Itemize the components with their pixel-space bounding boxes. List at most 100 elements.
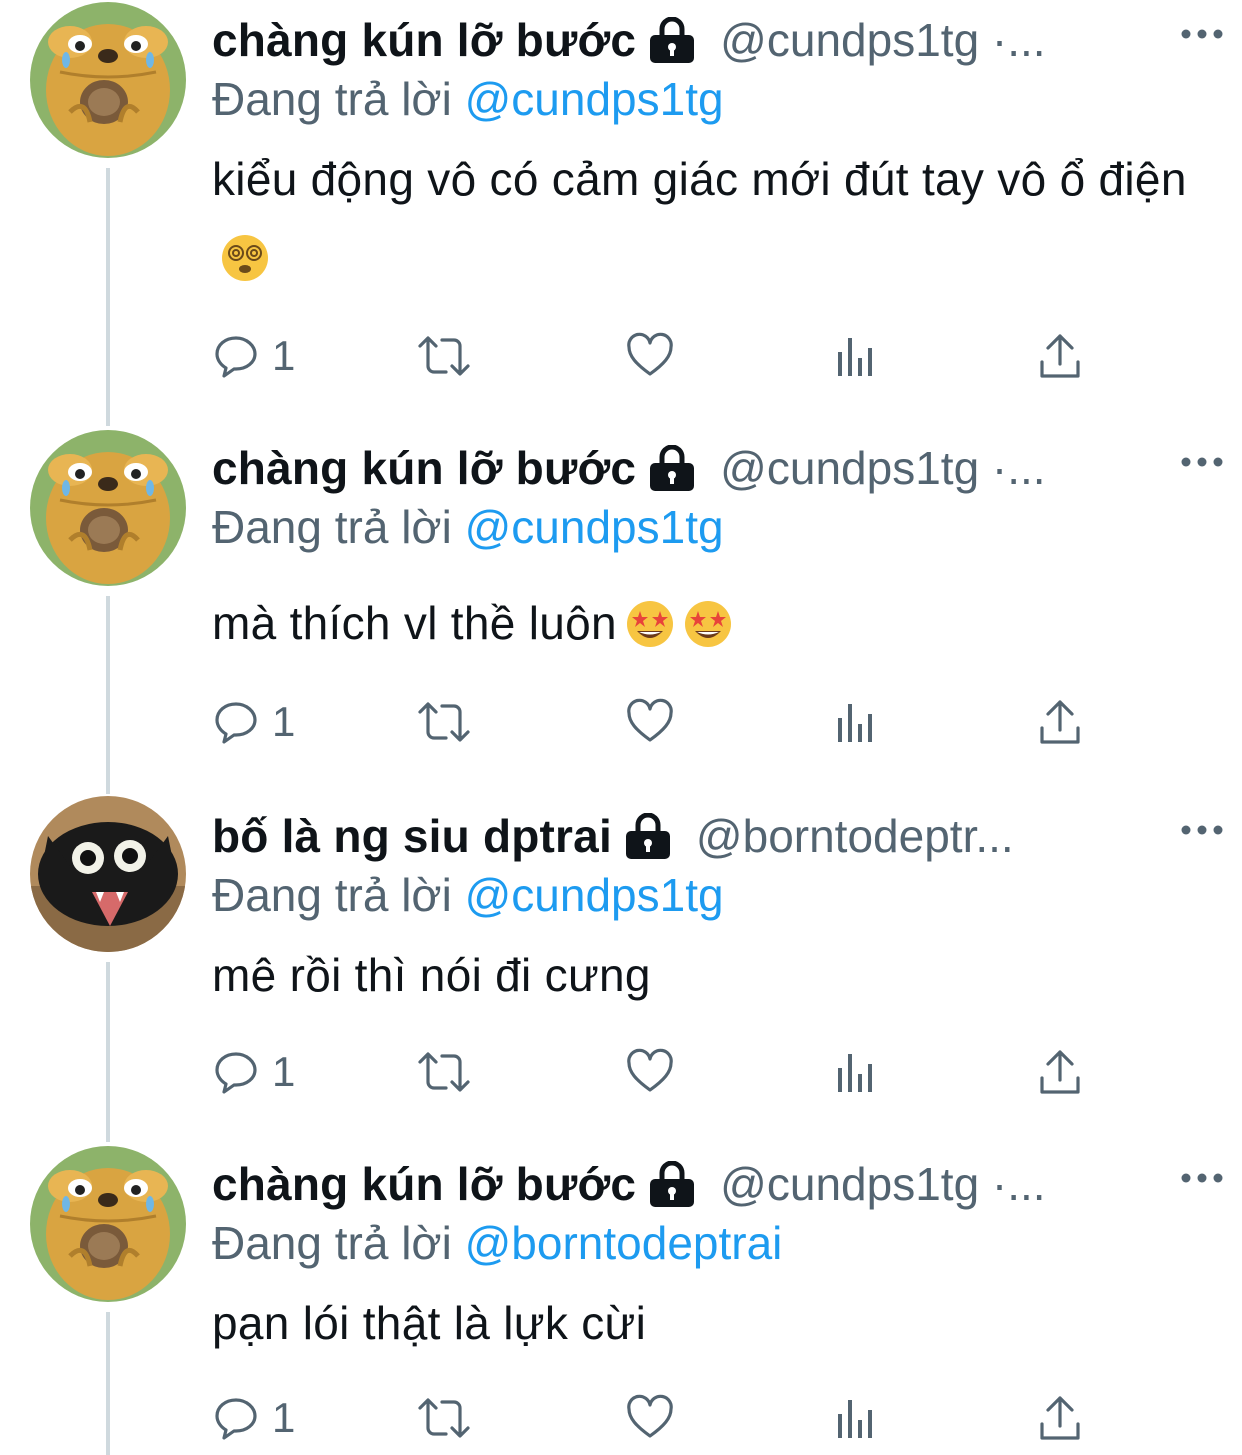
share-icon [1040, 1050, 1080, 1094]
replying-to-label: Đang trả lời [212, 1217, 452, 1269]
heart-icon [627, 1394, 673, 1438]
like-button[interactable] [626, 326, 674, 386]
replying-to-line: Đang trả lời @cundps1tg [212, 500, 724, 554]
more-options-icon[interactable] [1172, 428, 1232, 492]
analytics-icon [838, 338, 872, 376]
display-name[interactable]: chàng kún lỡ bước [212, 1157, 636, 1211]
lock-icon [650, 445, 695, 491]
retweet-button[interactable] [416, 1388, 472, 1448]
mention-link[interactable]: @borntodeptrai [465, 1217, 783, 1269]
retweet-button[interactable] [416, 1042, 472, 1102]
lock-icon [650, 17, 695, 63]
tweet[interactable]: chàng kún lỡ bước @cundps1tg ·... Đang t… [0, 1144, 1242, 1455]
reply-button[interactable]: 1 [212, 326, 295, 386]
tweet-actions: 1 [212, 326, 1112, 386]
avatar[interactable] [30, 430, 186, 586]
retweet-icon [418, 1052, 470, 1092]
cartoon-dog-avatar-icon [30, 2, 186, 158]
replying-to-label: Đang trả lời [212, 869, 452, 921]
tweet-header: chàng kún lỡ bước @cundps1tg ·... [212, 8, 1222, 72]
tweet-actions: 1 [212, 1042, 1112, 1102]
tweet-text-content: mà thích vl thề luôn [212, 597, 617, 649]
analytics-icon [838, 1054, 872, 1092]
display-name[interactable]: chàng kún lỡ bước [212, 13, 636, 67]
reply-count: 1 [272, 1048, 296, 1095]
tweet-text: pạn lói thật là lựk cừi [212, 1284, 1212, 1362]
mention-link[interactable]: @cundps1tg [465, 73, 724, 125]
replying-to-label: Đang trả lời [212, 501, 452, 553]
more-options-icon[interactable] [1172, 796, 1232, 860]
lock-icon [625, 813, 670, 859]
replying-to-line: Đang trả lời @cundps1tg [212, 868, 724, 922]
reply-icon [215, 1052, 257, 1094]
share-icon [1040, 700, 1080, 744]
mention-link[interactable]: @cundps1tg [465, 501, 724, 553]
replying-to-line: Đang trả lời @borntodeptrai [212, 1216, 782, 1270]
tweet-text-content: mê rồi thì nói đi cưng [212, 949, 651, 1001]
reply-button[interactable]: 1 [212, 692, 295, 752]
mention-link[interactable]: @cundps1tg [465, 869, 724, 921]
tweet-header: chàng kún lỡ bước @cundps1tg ·... [212, 1152, 1222, 1216]
user-handle[interactable]: @cundps1tg ·... [720, 441, 1222, 495]
reply-count: 1 [272, 698, 296, 745]
share-icon [1040, 1396, 1080, 1440]
tweet-text: kiểu động vô có cảm giác mới đút tay vô … [212, 140, 1212, 296]
tweet-text: mà thích vl thề luôn [212, 584, 1212, 662]
reply-icon [215, 336, 257, 378]
tweet[interactable]: bố là ng siu dptrai @borntodeptr... Đang… [0, 796, 1242, 1136]
avatar[interactable] [30, 796, 186, 952]
analytics-icon [838, 1400, 872, 1438]
tweet-header: bố là ng siu dptrai @borntodeptr... [212, 804, 1222, 868]
share-icon [1040, 334, 1080, 378]
more-options-icon[interactable] [1172, 0, 1232, 64]
reply-icon [215, 702, 257, 744]
like-button[interactable] [626, 1042, 674, 1102]
avatar[interactable] [30, 2, 186, 158]
tweet[interactable]: chàng kún lỡ bước @cundps1tg ·... Đang t… [0, 0, 1242, 420]
like-button[interactable] [626, 692, 674, 752]
retweet-icon [418, 702, 470, 742]
analytics-icon [838, 704, 872, 742]
tweet-text-content: pạn lói thật là lựk cừi [212, 1297, 647, 1349]
views-button[interactable] [834, 692, 878, 752]
share-button[interactable] [1038, 1388, 1082, 1448]
reply-count: 1 [272, 332, 296, 379]
avatar[interactable] [30, 1146, 186, 1302]
retweet-icon [418, 1398, 470, 1438]
views-button[interactable] [834, 1042, 878, 1102]
like-button[interactable] [626, 1388, 674, 1448]
more-options-icon[interactable] [1172, 1144, 1232, 1208]
star-struck-emoji-icon [684, 601, 731, 647]
display-name[interactable]: bố là ng siu dptrai [212, 809, 612, 863]
star-struck-emoji-icon [626, 601, 673, 647]
share-button[interactable] [1038, 326, 1082, 386]
reply-icon [215, 1398, 257, 1440]
heart-icon [627, 1048, 673, 1092]
dizzy-face-emoji-icon [222, 235, 268, 281]
user-handle[interactable]: @cundps1tg ·... [720, 1157, 1222, 1211]
reply-button[interactable]: 1 [212, 1388, 295, 1448]
tweet-actions: 1 [212, 1388, 1112, 1448]
retweet-icon [418, 336, 470, 376]
tweet-text-content: kiểu động vô có cảm giác mới đút tay vô … [212, 153, 1187, 205]
cartoon-dog-avatar-icon [30, 430, 186, 586]
heart-icon [627, 332, 673, 376]
display-name[interactable]: chàng kún lỡ bước [212, 441, 636, 495]
share-button[interactable] [1038, 1042, 1082, 1102]
reply-button[interactable]: 1 [212, 1042, 295, 1102]
retweet-button[interactable] [416, 692, 472, 752]
share-button[interactable] [1038, 692, 1082, 752]
user-handle[interactable]: @cundps1tg ·... [720, 13, 1222, 67]
retweet-button[interactable] [416, 326, 472, 386]
black-cat-avatar-icon [30, 796, 186, 952]
tweet[interactable]: chàng kún lỡ bước @cundps1tg ·... Đang t… [0, 428, 1242, 788]
heart-icon [627, 698, 673, 742]
tweet-header: chàng kún lỡ bước @cundps1tg ·... [212, 436, 1222, 500]
cartoon-dog-avatar-icon [30, 1146, 186, 1302]
replying-to-line: Đang trả lời @cundps1tg [212, 72, 724, 126]
views-button[interactable] [834, 1388, 878, 1448]
views-button[interactable] [834, 326, 878, 386]
user-handle[interactable]: @borntodeptr... [696, 809, 1222, 863]
tweet-text: mê rồi thì nói đi cưng [212, 936, 1212, 1014]
reply-count: 1 [272, 1394, 296, 1441]
